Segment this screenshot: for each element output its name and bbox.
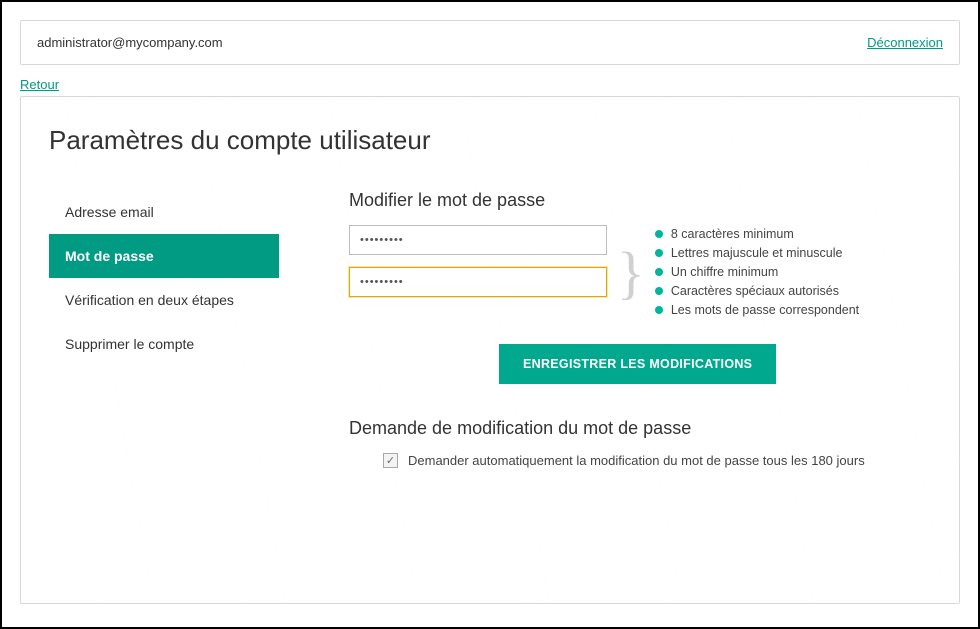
user-email: administrator@mycompany.com (37, 35, 223, 50)
back-link[interactable]: Retour (20, 77, 59, 92)
checkbox-label: Demander automatiquement la modification… (408, 453, 865, 468)
password-row: } 8 caractères minimum Lettres majuscule… (349, 225, 931, 322)
rule-item: Les mots de passe correspondent (655, 303, 859, 317)
password-input[interactable] (349, 225, 607, 255)
logout-link[interactable]: Déconnexion (867, 35, 943, 50)
side-nav: Adresse email Mot de passe Vérification … (49, 190, 279, 468)
rule-item: Un chiffre minimum (655, 265, 859, 279)
password-rules: 8 caractères minimum Lettres majuscule e… (655, 225, 859, 322)
sidenav-item-password[interactable]: Mot de passe (49, 234, 279, 278)
header-bar: administrator@mycompany.com Déconnexion (20, 20, 960, 65)
rule-item: Lettres majuscule et minuscule (655, 246, 859, 260)
main-panel: Paramètres du compte utilisateur Adresse… (20, 96, 960, 604)
layout: Adresse email Mot de passe Vérification … (49, 190, 931, 468)
sidenav-item-delete[interactable]: Supprimer le compte (49, 322, 279, 366)
brace-icon: } (617, 243, 645, 303)
request-heading: Demande de modification du mot de passe (349, 418, 931, 439)
checkbox-icon[interactable]: ✓ (383, 453, 398, 468)
page-title: Paramètres du compte utilisateur (49, 125, 931, 156)
rule-item: 8 caractères minimum (655, 227, 859, 241)
password-heading: Modifier le mot de passe (349, 190, 931, 211)
password-confirm-input[interactable] (349, 267, 607, 297)
password-fields (349, 225, 607, 297)
sidenav-item-email[interactable]: Adresse email (49, 190, 279, 234)
save-button[interactable]: ENREGISTRER LES MODIFICATIONS (499, 344, 776, 384)
rule-item: Caractères spéciaux autorisés (655, 284, 859, 298)
request-section: Demande de modification du mot de passe … (349, 418, 931, 468)
content: Modifier le mot de passe } 8 caractères … (349, 190, 931, 468)
auto-request-checkbox-row[interactable]: ✓ Demander automatiquement la modificati… (349, 453, 931, 468)
sidenav-item-2fa[interactable]: Vérification en deux étapes (49, 278, 279, 322)
